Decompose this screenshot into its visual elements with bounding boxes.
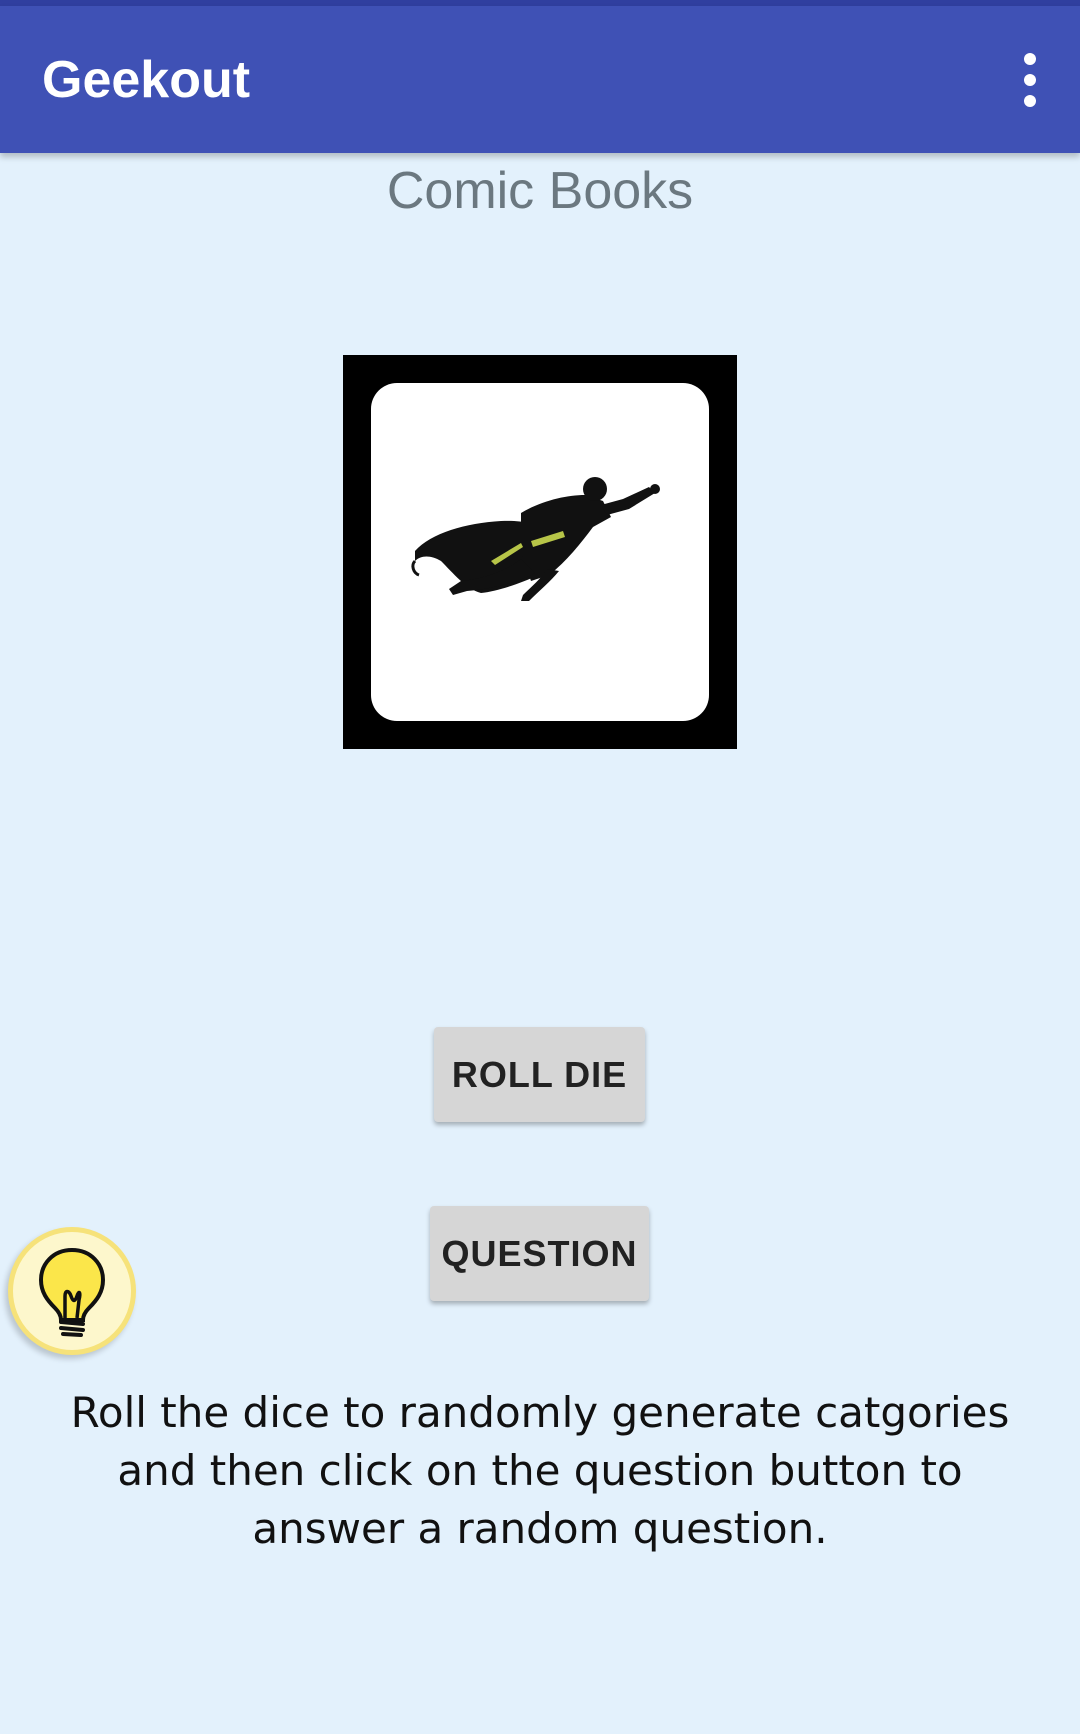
- menu-dot: [1024, 95, 1036, 107]
- menu-dot: [1024, 74, 1036, 86]
- menu-dot: [1024, 53, 1036, 65]
- instructions-text: Roll the dice to randomly generate catgo…: [70, 1388, 1010, 1553]
- question-button[interactable]: QUESTION: [430, 1206, 649, 1301]
- category-title: Comic Books: [386, 162, 694, 220]
- app-bar: Geekout: [0, 6, 1080, 153]
- hint-button[interactable]: [8, 1227, 136, 1355]
- app-title: Geekout: [42, 51, 251, 109]
- roll-die-button[interactable]: ROLL DIE: [434, 1027, 645, 1122]
- lightbulb-icon: [38, 1247, 106, 1337]
- more-vert-icon[interactable]: [1006, 46, 1054, 114]
- die-image: [343, 355, 737, 749]
- flying-superhero-icon: [411, 477, 660, 601]
- die-face: [371, 383, 709, 721]
